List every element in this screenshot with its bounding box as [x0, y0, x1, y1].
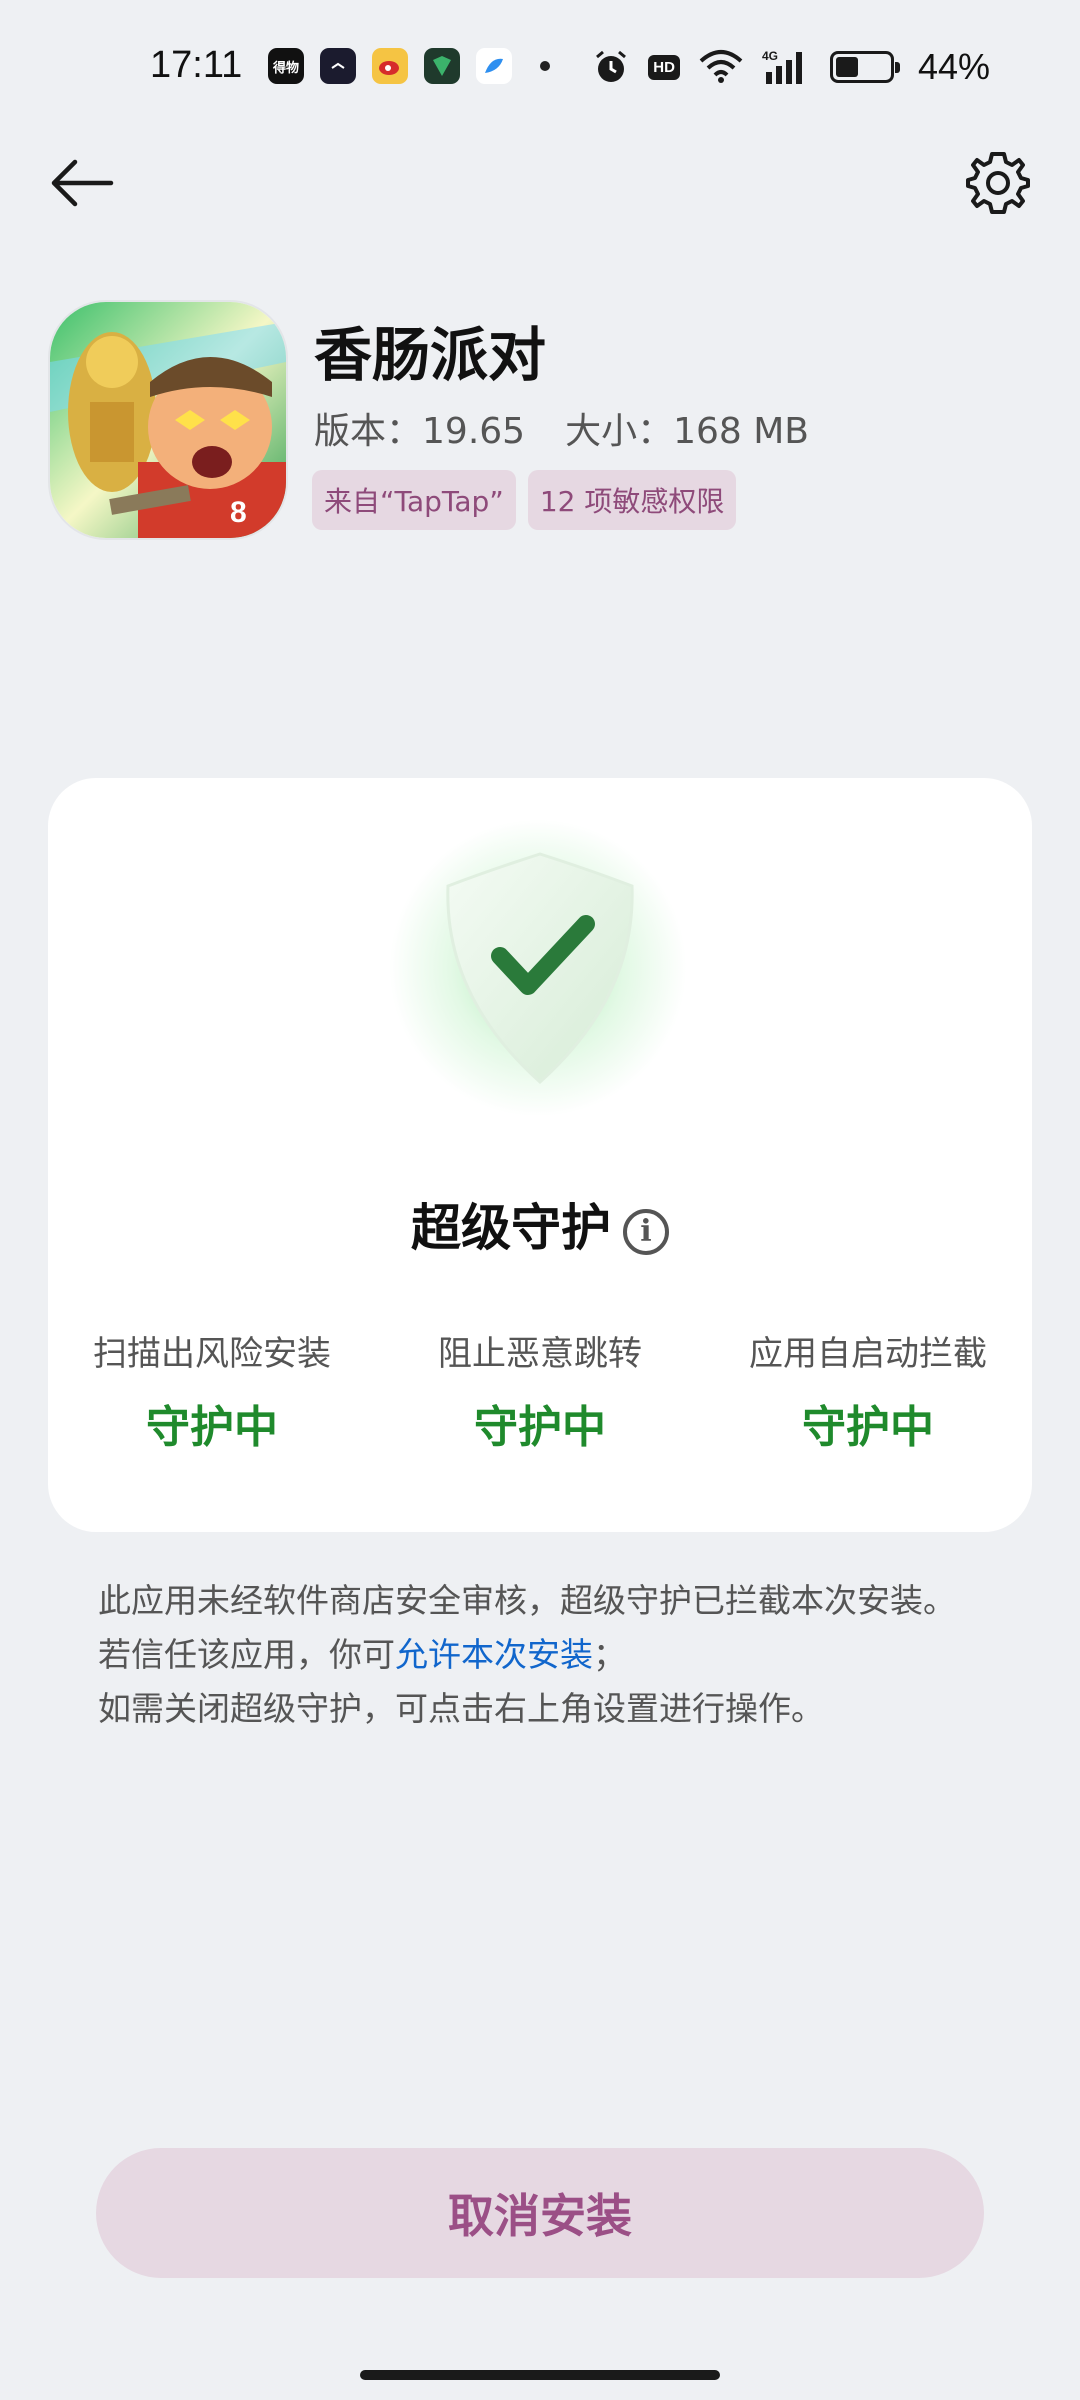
wifi-icon: [698, 49, 744, 85]
feature-status: 守护中: [474, 1402, 606, 1453]
dewu-app-icon: 得物: [268, 48, 304, 84]
notification-icons: 得物: [268, 48, 550, 84]
version-value: 19.65: [422, 411, 526, 452]
cancel-install-button[interactable]: 取消安装: [96, 2148, 984, 2278]
cellular-signal-icon: 4G: [762, 48, 812, 86]
version-label: 版本：: [314, 411, 423, 452]
app-tags: 来自“TapTap” 12 项敏感权限: [312, 470, 737, 530]
install-blocked-screen: 17:11 得物 HD 4G 44% 8 香肠派对 版本：19.65 大小：16…: [0, 0, 1080, 2400]
feature-risk-scan: 扫描出风险安装 守护中: [48, 1326, 376, 1455]
battery-level: [835, 57, 858, 77]
info-icon[interactable]: i: [623, 1208, 669, 1255]
feature-label: 应用自启动拦截: [749, 1334, 987, 1374]
feature-status: 守护中: [146, 1402, 278, 1453]
clock-app-icon: [320, 48, 356, 84]
settings-button[interactable]: [960, 145, 1036, 221]
status-time: 17:11: [150, 44, 243, 86]
card-title: 超级守护 i: [48, 1188, 1032, 1260]
app-name: 香肠派对: [314, 321, 547, 389]
feature-label: 扫描出风险安装: [93, 1334, 331, 1374]
app-size: 大小：168 MB: [565, 402, 809, 454]
back-button[interactable]: [44, 145, 120, 221]
size-label: 大小：: [565, 411, 674, 452]
feature-autostart-block: 应用自启动拦截 守护中: [704, 1326, 1032, 1455]
battery-icon: [829, 51, 900, 83]
feature-status: 守护中: [802, 1402, 934, 1453]
allow-install-link[interactable]: 允许本次安装: [395, 1635, 593, 1674]
card-title-text: 超级守护: [411, 1199, 611, 1257]
feature-label: 阻止恶意跳转: [438, 1334, 642, 1374]
shield-check-icon: [440, 846, 640, 1096]
app-version: 版本：19.65: [314, 402, 525, 454]
app-icon: 8: [50, 302, 286, 538]
protection-features: 扫描出风险安装 守护中 阻止恶意跳转 守护中 应用自启动拦截 守护中: [48, 1326, 1032, 1455]
weibo-app-icon: [372, 48, 408, 84]
battery-percent: 44%: [917, 46, 990, 87]
protection-card: 超级守护 i 扫描出风险安装 守护中 阻止恶意跳转 守护中 应用自启动拦截 守护中: [48, 778, 1032, 1532]
permissions-tag[interactable]: 12 项敏感权限: [527, 470, 737, 530]
home-indicator[interactable]: [360, 2370, 720, 2380]
notice-line2: 如需关闭超级守护，可点击右上角设置进行操作。: [98, 1689, 824, 1728]
security-app-icon: [424, 48, 460, 84]
svg-text:8: 8: [230, 496, 247, 529]
notice-text: 此应用未经软件商店安全审核，超级守护已拦截本次安装。若信任该应用，你可允许本次安…: [98, 1574, 978, 1736]
gear-icon: [966, 152, 1030, 214]
app-meta: 版本：19.65 大小：168 MB: [314, 402, 809, 454]
bird-app-icon: [476, 48, 512, 84]
arrow-left-icon: [51, 159, 114, 207]
size-value: 168 MB: [673, 411, 810, 452]
system-icons: HD 4G 44%: [592, 46, 990, 88]
more-notifications-dot: [540, 61, 550, 71]
svg-text:4G: 4G: [762, 49, 778, 63]
feature-block-redirect: 阻止恶意跳转 守护中: [376, 1326, 704, 1455]
hd-icon: HD: [648, 54, 680, 80]
notice-punct: ；: [593, 1635, 626, 1674]
status-bar: 17:11 得物 HD 4G 44%: [0, 0, 1080, 140]
source-tag: 来自“TapTap”: [312, 470, 516, 530]
alarm-icon: [592, 48, 630, 86]
